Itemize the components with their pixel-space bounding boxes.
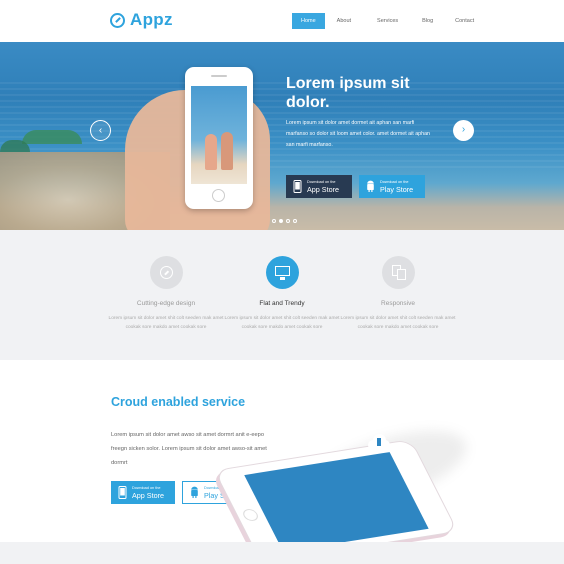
slider-dot[interactable] bbox=[286, 219, 290, 223]
phone-icon bbox=[293, 180, 302, 193]
person-figure bbox=[205, 134, 217, 170]
android-icon bbox=[367, 180, 374, 192]
slider-dots bbox=[272, 219, 297, 223]
nav-contact[interactable]: Contact bbox=[447, 13, 482, 29]
slider-dot[interactable] bbox=[293, 219, 297, 223]
nav-blog[interactable]: Blog bbox=[414, 13, 441, 29]
feature-icon-circle bbox=[265, 256, 299, 289]
feature-item: Cutting-edge design Lorem ipsum sit dolo… bbox=[106, 256, 226, 332]
hero-slider: Lorem ipsum sit dolor. Lorem ipsum sit d… bbox=[0, 42, 564, 230]
chevron-left-icon: ‹ bbox=[98, 125, 103, 136]
logo[interactable]: Appz bbox=[110, 10, 173, 30]
hero-play-store-button[interactable]: Download on the Play Store bbox=[359, 175, 425, 198]
chevron-right-icon: › bbox=[461, 124, 466, 135]
features-section: Cutting-edge design Lorem ipsum sit dolo… bbox=[0, 230, 564, 360]
phone-icon bbox=[118, 486, 127, 499]
phone-home-button bbox=[240, 508, 261, 522]
cloud-service-section: Croud enabled service Lorem ipsum sit do… bbox=[0, 360, 564, 563]
hero-app-store-button[interactable]: Download on the App Store bbox=[286, 175, 352, 198]
phone-mockup bbox=[185, 67, 253, 209]
main-nav: Home About Services Blog Contact bbox=[292, 13, 482, 29]
monitor-icon bbox=[274, 266, 290, 280]
store-small-label: Download on the bbox=[307, 179, 336, 184]
nav-services[interactable]: Services bbox=[369, 13, 406, 29]
umbrella-shape bbox=[0, 140, 30, 152]
cloud-title: Croud enabled service bbox=[111, 395, 246, 409]
hero-title: Lorem ipsum sit dolor. bbox=[286, 75, 410, 111]
hero-text: Lorem ipsum sit dolor amet dormet ait ap… bbox=[286, 120, 430, 148]
slider-next-button[interactable]: › bbox=[453, 120, 474, 141]
feature-description: Lorem ipsum sit dolor amet shit colt see… bbox=[340, 316, 456, 330]
footer-strip bbox=[0, 542, 564, 564]
compass-logo-icon bbox=[110, 12, 125, 28]
feature-description: Lorem ipsum sit dolor amet shit colt see… bbox=[224, 316, 340, 330]
phone-home-button bbox=[212, 189, 225, 202]
compass-icon bbox=[159, 266, 173, 279]
person-figure bbox=[221, 132, 233, 170]
cloud-upload-icon bbox=[364, 432, 394, 452]
phone-speaker bbox=[211, 75, 227, 77]
nav-about[interactable]: About bbox=[329, 13, 359, 29]
cloud-app-store-button[interactable]: Download on the App Store bbox=[111, 481, 175, 504]
site-header: Appz Home About Services Blog Contact bbox=[0, 0, 564, 42]
feature-title: Responsive bbox=[381, 300, 415, 307]
feature-item: Responsive Lorem ipsum sit dolor amet sh… bbox=[338, 256, 458, 332]
store-small-label: Download on the bbox=[380, 179, 409, 184]
feature-icon-circle bbox=[381, 256, 415, 289]
logo-text: Appz bbox=[130, 10, 173, 29]
feature-title: Flat and Trendy bbox=[259, 300, 305, 307]
store-big-label: Play Store bbox=[380, 184, 414, 194]
store-small-label: Download on the bbox=[132, 485, 161, 490]
slider-dot[interactable] bbox=[279, 219, 283, 223]
feature-title: Cutting-edge design bbox=[136, 300, 196, 307]
upload-arrow bbox=[377, 438, 381, 446]
feature-description: Lorem ipsum sit dolor amet shit colt see… bbox=[108, 316, 224, 330]
android-icon bbox=[191, 486, 198, 498]
phone-screen-photo bbox=[191, 86, 247, 184]
slider-dot[interactable] bbox=[272, 219, 276, 223]
devices-icon bbox=[396, 269, 406, 280]
slider-prev-button[interactable]: ‹ bbox=[90, 120, 111, 141]
store-big-label: App Store bbox=[307, 184, 339, 194]
feature-icon-circle bbox=[149, 256, 183, 289]
feature-item: Flat and Trendy Lorem ipsum sit dolor am… bbox=[222, 256, 342, 332]
phone-screen bbox=[244, 452, 429, 552]
store-big-label: App Store bbox=[132, 490, 164, 500]
umbrella-shape bbox=[22, 130, 82, 144]
nav-home[interactable]: Home bbox=[292, 13, 325, 29]
